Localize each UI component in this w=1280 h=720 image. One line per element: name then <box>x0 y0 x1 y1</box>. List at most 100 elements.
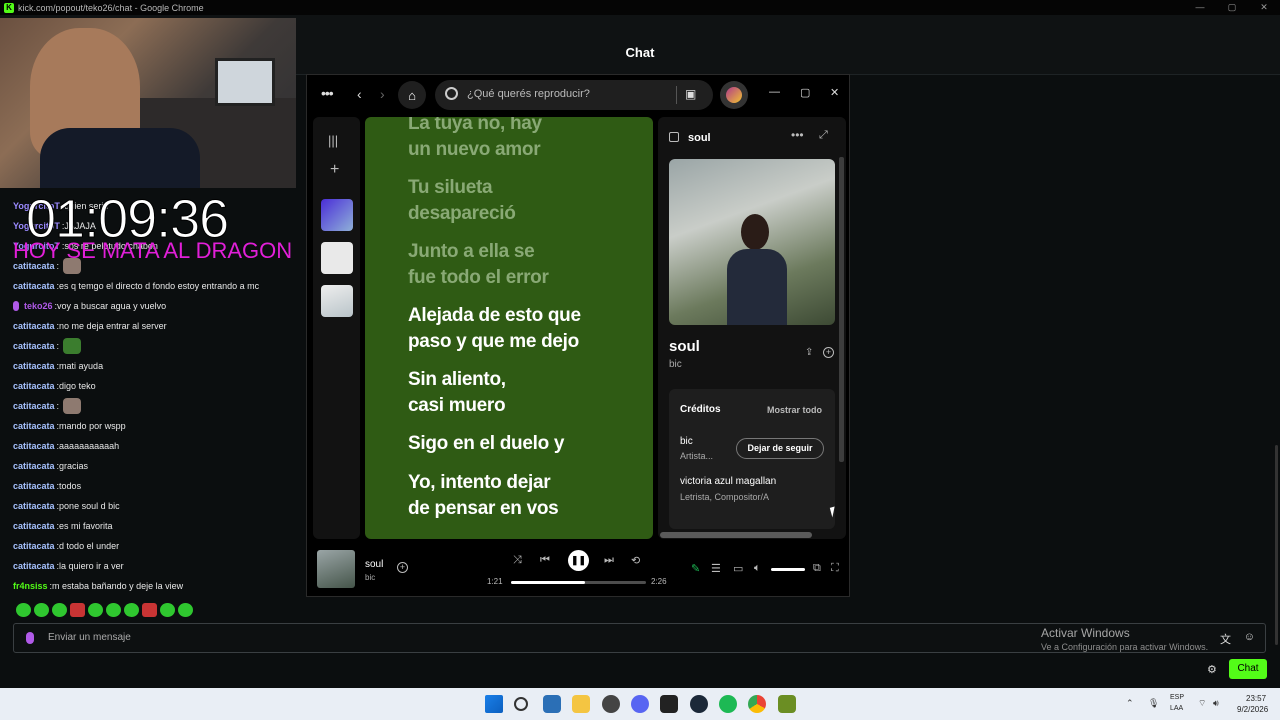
store-icon[interactable] <box>543 695 561 713</box>
shuffle-icon[interactable]: ⤨ <box>513 554 522 567</box>
now-playing-cover[interactable] <box>317 550 355 588</box>
chat-username[interactable]: catitacata <box>13 419 55 433</box>
spotify-close-button[interactable]: ✕ <box>830 86 839 99</box>
minecraft-icon[interactable] <box>778 695 796 713</box>
browse-icon[interactable]: ▣ <box>685 87 696 101</box>
emoji-icon[interactable]: ☺ <box>1244 631 1255 643</box>
unfollow-button[interactable]: Dejar de seguir <box>736 438 824 459</box>
lyrics-mic-icon[interactable]: ✎ <box>691 562 700 575</box>
show-all-link[interactable]: Mostrar todo <box>767 405 822 415</box>
playlist-thumb[interactable] <box>321 242 353 274</box>
spotify-minimize-button[interactable]: — <box>769 86 780 98</box>
chat-username[interactable]: catitacata <box>13 379 55 393</box>
settings-gear-icon[interactable]: ⚙ <box>1207 663 1217 676</box>
search-bar[interactable]: ¿Qué querés reproducir? ▣ <box>435 80 713 110</box>
chrome-icon[interactable] <box>748 695 766 713</box>
panel-toggle-icon[interactable] <box>669 132 679 142</box>
emote-icon[interactable] <box>178 603 193 617</box>
language-code[interactable]: ESP <box>1170 694 1184 701</box>
add-track-icon[interactable]: + <box>397 562 408 573</box>
maximize-button[interactable]: ▢ <box>1216 0 1248 15</box>
miniplayer-icon[interactable]: ⧉ <box>813 562 821 575</box>
chat-username[interactable]: catitacata <box>13 359 55 373</box>
lyric-line[interactable]: La tuya no, hay un nuevo amor <box>408 117 648 163</box>
translate-icon[interactable]: 文 <box>1220 631 1231 647</box>
chat-username[interactable]: catitacata <box>13 499 55 513</box>
lyric-line[interactable]: Sin aliento, casi muero <box>408 367 648 419</box>
chat-username[interactable]: teko26 <box>24 299 53 313</box>
chat-username[interactable]: catitacata <box>13 539 55 553</box>
create-plus-icon[interactable]: + <box>330 161 339 179</box>
tray-chevron-icon[interactable]: ⌃ <box>1126 698 1134 709</box>
discord-icon[interactable] <box>631 695 649 713</box>
next-icon[interactable]: ⏭ <box>604 554 614 567</box>
lyric-line[interactable]: Alejada de esto que paso y que me dejo <box>408 303 648 355</box>
now-playing-title[interactable]: soul <box>365 559 383 570</box>
chat-username[interactable]: catitacata <box>13 319 55 333</box>
chat-username[interactable]: catitacata <box>13 339 55 353</box>
tray-mic-icon[interactable]: 🎙︎ <box>1148 698 1159 709</box>
more-menu-icon[interactable]: ••• <box>321 85 334 101</box>
volume-slider[interactable] <box>771 568 805 571</box>
chat-username[interactable]: catitacata <box>13 439 55 453</box>
liked-songs-thumb[interactable] <box>321 199 353 231</box>
page-scrollbar[interactable] <box>1275 445 1278 645</box>
close-button[interactable]: ✕ <box>1248 0 1280 15</box>
steam-icon[interactable] <box>690 695 708 713</box>
emote-icon[interactable] <box>160 603 175 617</box>
emote-icon[interactable] <box>34 603 49 617</box>
volume-icon[interactable]: 🔈︎ <box>754 562 761 575</box>
connect-device-icon[interactable]: ▭ <box>733 562 743 575</box>
panel-song-title[interactable]: soul <box>669 338 700 355</box>
horizontal-scrollbar[interactable] <box>660 532 812 538</box>
minimize-button[interactable]: — <box>1184 0 1216 15</box>
back-arrow-icon[interactable]: ‹ <box>357 86 362 102</box>
send-chat-button[interactable]: Chat <box>1229 659 1267 679</box>
emote-icon[interactable] <box>88 603 103 617</box>
user-avatar[interactable] <box>720 81 748 109</box>
share-icon[interactable]: ⇪ <box>805 347 813 358</box>
panel-artist-name[interactable]: bic <box>669 359 682 370</box>
obs-icon[interactable] <box>602 695 620 713</box>
library-icon[interactable]: ||| <box>328 133 338 148</box>
emote-icon[interactable] <box>52 603 67 617</box>
home-button[interactable]: ⌂ <box>398 81 426 109</box>
panel-more-icon[interactable]: ••• <box>791 128 804 142</box>
chat-username[interactable]: catitacata <box>13 279 55 293</box>
search-taskbar-icon[interactable] <box>514 697 528 711</box>
fullscreen-icon[interactable]: ⛶ <box>831 562 839 575</box>
chat-username[interactable]: fr4nsiss <box>13 579 48 593</box>
previous-icon[interactable]: ⏮ <box>540 554 550 567</box>
wifi-icon[interactable]: ⌔ <box>1198 698 1206 709</box>
repeat-icon[interactable]: ⟲ <box>631 554 640 567</box>
epic-games-icon[interactable] <box>660 695 678 713</box>
spotify-maximize-button[interactable]: ▢ <box>800 86 810 99</box>
emote-icon[interactable] <box>70 603 85 617</box>
progress-bar[interactable] <box>511 581 646 584</box>
keyboard-layout[interactable]: LAA <box>1170 705 1183 712</box>
chat-username[interactable]: catitacata <box>13 399 55 413</box>
add-to-library-icon[interactable]: + <box>823 347 834 358</box>
credit-name[interactable]: victoria azul magallan <box>680 476 776 487</box>
chat-username[interactable]: catitacata <box>13 459 55 473</box>
now-playing-artist[interactable]: bic <box>365 573 375 582</box>
lyric-line[interactable]: Junto a ella se fue todo el error <box>408 239 648 291</box>
emote-icon[interactable] <box>142 603 157 617</box>
chat-input-placeholder[interactable]: Enviar un mensaje <box>48 632 131 643</box>
lyric-line[interactable]: Tu silueta desapareció <box>408 175 648 227</box>
lyric-line[interactable]: Sigo en el duelo y <box>408 431 648 457</box>
chat-username[interactable]: catitacata <box>13 519 55 533</box>
forward-arrow-icon[interactable]: › <box>380 86 385 102</box>
emote-icon[interactable] <box>106 603 121 617</box>
pause-button[interactable]: ❚❚ <box>568 550 589 571</box>
chat-username[interactable]: catitacata <box>13 559 55 573</box>
start-icon[interactable] <box>485 695 503 713</box>
credit-name[interactable]: bic <box>680 436 693 447</box>
emote-icon[interactable] <box>16 603 31 617</box>
taskbar-time[interactable]: 23:57 <box>1246 694 1266 703</box>
lyric-line[interactable]: Yo, intento dejar de pensar en vos <box>408 470 648 522</box>
search-input[interactable]: ¿Qué querés reproducir? <box>467 88 590 100</box>
queue-icon[interactable]: ☰ <box>711 562 721 575</box>
chat-username[interactable]: catitacata <box>13 479 55 493</box>
spotify-icon[interactable] <box>719 695 737 713</box>
